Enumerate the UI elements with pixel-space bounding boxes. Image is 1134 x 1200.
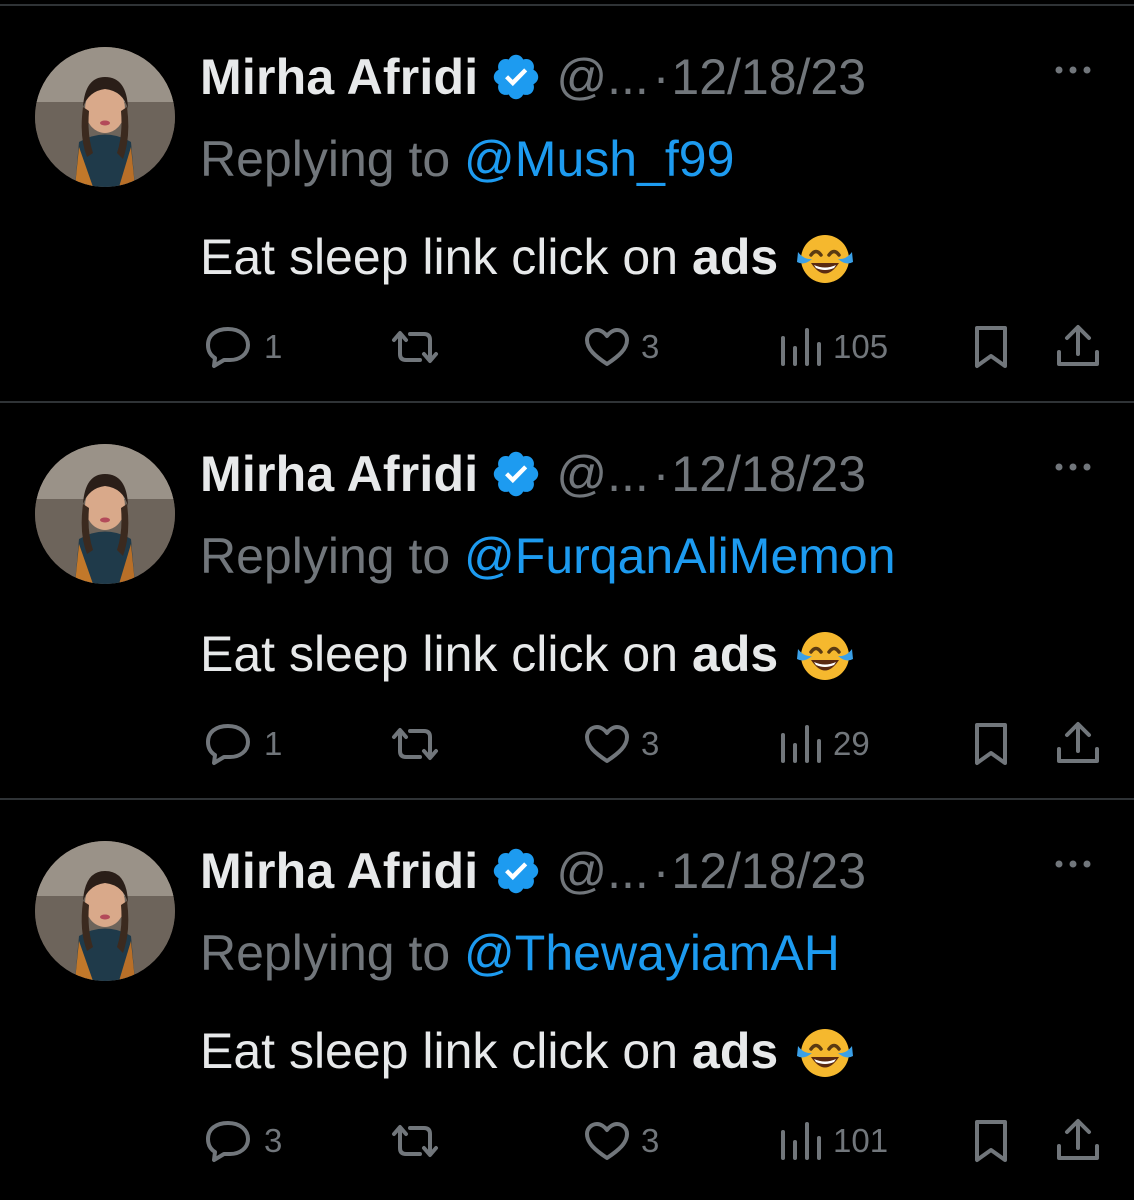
bookmark-button[interactable] xyxy=(970,1118,1012,1164)
tweet-text-bold: ads xyxy=(692,229,779,285)
tweet-date[interactable]: 12/18/23 xyxy=(671,842,866,900)
author-name[interactable]: Mirha Afridi xyxy=(200,48,478,106)
verified-badge-icon xyxy=(490,51,542,103)
author-handle[interactable]: @... xyxy=(556,842,648,900)
more-dots-icon[interactable] xyxy=(1052,852,1094,876)
reply-count: 1 xyxy=(264,328,283,365)
more-dots-icon[interactable] xyxy=(1052,58,1094,82)
author-name[interactable]: Mirha Afridi xyxy=(200,842,478,900)
reply-button[interactable]: 1 xyxy=(200,721,282,767)
tweet[interactable]: Mirha Afridi @... · 12/18/23 Replying to… xyxy=(0,6,1134,403)
heart-icon xyxy=(581,1118,633,1164)
reply-button[interactable]: 1 xyxy=(200,324,282,370)
separator: · xyxy=(652,49,670,105)
reply-button[interactable]: 3 xyxy=(200,1118,282,1164)
bookmark-icon xyxy=(970,1118,1012,1164)
retweet-icon xyxy=(386,1118,444,1164)
share-icon xyxy=(1054,324,1102,370)
mention-link[interactable]: @ThewayiamAH xyxy=(464,925,840,981)
author-name[interactable]: Mirha Afridi xyxy=(200,445,478,503)
tweet-text-bold: ads xyxy=(692,626,779,682)
author-handle[interactable]: @... xyxy=(556,48,648,106)
reply-icon xyxy=(200,721,256,767)
separator: · xyxy=(652,446,670,502)
reply-icon xyxy=(200,324,256,370)
view-count: 29 xyxy=(833,725,870,762)
bookmark-button[interactable] xyxy=(970,721,1012,767)
separator: · xyxy=(652,843,670,899)
more-dots-icon[interactable] xyxy=(1052,455,1094,479)
verified-badge-icon xyxy=(490,448,542,500)
replying-to: Replying to @FurqanAliMemon xyxy=(200,527,896,585)
replying-to: Replying to @ThewayiamAH xyxy=(200,924,840,982)
like-button[interactable]: 3 xyxy=(581,1118,659,1164)
author-handle[interactable]: @... xyxy=(556,445,648,503)
like-button[interactable]: 3 xyxy=(581,721,659,767)
tweet-text: Eat sleep link click on ads xyxy=(200,226,856,288)
verified-badge-icon xyxy=(490,845,542,897)
tweet-text-bold: ads xyxy=(692,1023,779,1079)
face-with-tears-of-joy-icon xyxy=(794,623,856,685)
reply-icon xyxy=(200,1118,256,1164)
heart-icon xyxy=(581,721,633,767)
avatar[interactable] xyxy=(35,47,175,187)
share-button[interactable] xyxy=(1054,1118,1102,1164)
tweet[interactable]: Mirha Afridi @... · 12/18/23 Replying to… xyxy=(0,403,1134,800)
replying-prefix: Replying to xyxy=(200,925,465,981)
replying-to: Replying to @Mush_f99 xyxy=(200,130,734,188)
views-button[interactable]: 29 xyxy=(775,721,870,767)
tweet[interactable]: Mirha Afridi @... · 12/18/23 Replying to… xyxy=(0,800,1134,1197)
retweet-icon xyxy=(386,721,444,767)
reply-count: 1 xyxy=(264,725,283,762)
replying-prefix: Replying to xyxy=(200,131,465,187)
bookmark-icon xyxy=(970,721,1012,767)
like-count: 3 xyxy=(641,328,660,365)
avatar[interactable] xyxy=(35,841,175,981)
retweet-icon xyxy=(386,324,444,370)
retweet-button[interactable] xyxy=(386,721,444,767)
like-button[interactable]: 3 xyxy=(581,324,659,370)
reply-count: 3 xyxy=(264,1122,283,1159)
share-icon xyxy=(1054,1118,1102,1164)
action-bar: 3 3 101 xyxy=(0,1118,1134,1164)
like-count: 3 xyxy=(641,725,660,762)
bookmark-button[interactable] xyxy=(970,324,1012,370)
views-icon xyxy=(775,324,825,370)
view-count: 101 xyxy=(833,1122,889,1159)
views-icon xyxy=(775,1118,825,1164)
tweet-text: Eat sleep link click on ads xyxy=(200,1020,856,1082)
tweet-text-plain: Eat sleep link click on xyxy=(200,1023,679,1079)
tweet-text-plain: Eat sleep link click on xyxy=(200,229,679,285)
share-button[interactable] xyxy=(1054,324,1102,370)
retweet-button[interactable] xyxy=(386,324,444,370)
tweet-text-plain: Eat sleep link click on xyxy=(200,626,679,682)
retweet-button[interactable] xyxy=(386,1118,444,1164)
face-with-tears-of-joy-icon xyxy=(794,1020,856,1082)
mention-link[interactable]: @Mush_f99 xyxy=(464,131,734,187)
tweet-date[interactable]: 12/18/23 xyxy=(671,445,866,503)
replying-prefix: Replying to xyxy=(200,528,465,584)
views-button[interactable]: 101 xyxy=(775,1118,888,1164)
tweet-date[interactable]: 12/18/23 xyxy=(671,48,866,106)
views-button[interactable]: 105 xyxy=(775,324,888,370)
avatar[interactable] xyxy=(35,444,175,584)
share-button[interactable] xyxy=(1054,721,1102,767)
views-icon xyxy=(775,721,825,767)
mention-link[interactable]: @FurqanAliMemon xyxy=(464,528,895,584)
heart-icon xyxy=(581,324,633,370)
share-icon xyxy=(1054,721,1102,767)
face-with-tears-of-joy-icon xyxy=(794,226,856,288)
action-bar: 1 3 105 xyxy=(0,324,1134,370)
view-count: 105 xyxy=(833,328,889,365)
like-count: 3 xyxy=(641,1122,660,1159)
tweet-text: Eat sleep link click on ads xyxy=(200,623,856,685)
action-bar: 1 3 29 xyxy=(0,721,1134,767)
bookmark-icon xyxy=(970,324,1012,370)
